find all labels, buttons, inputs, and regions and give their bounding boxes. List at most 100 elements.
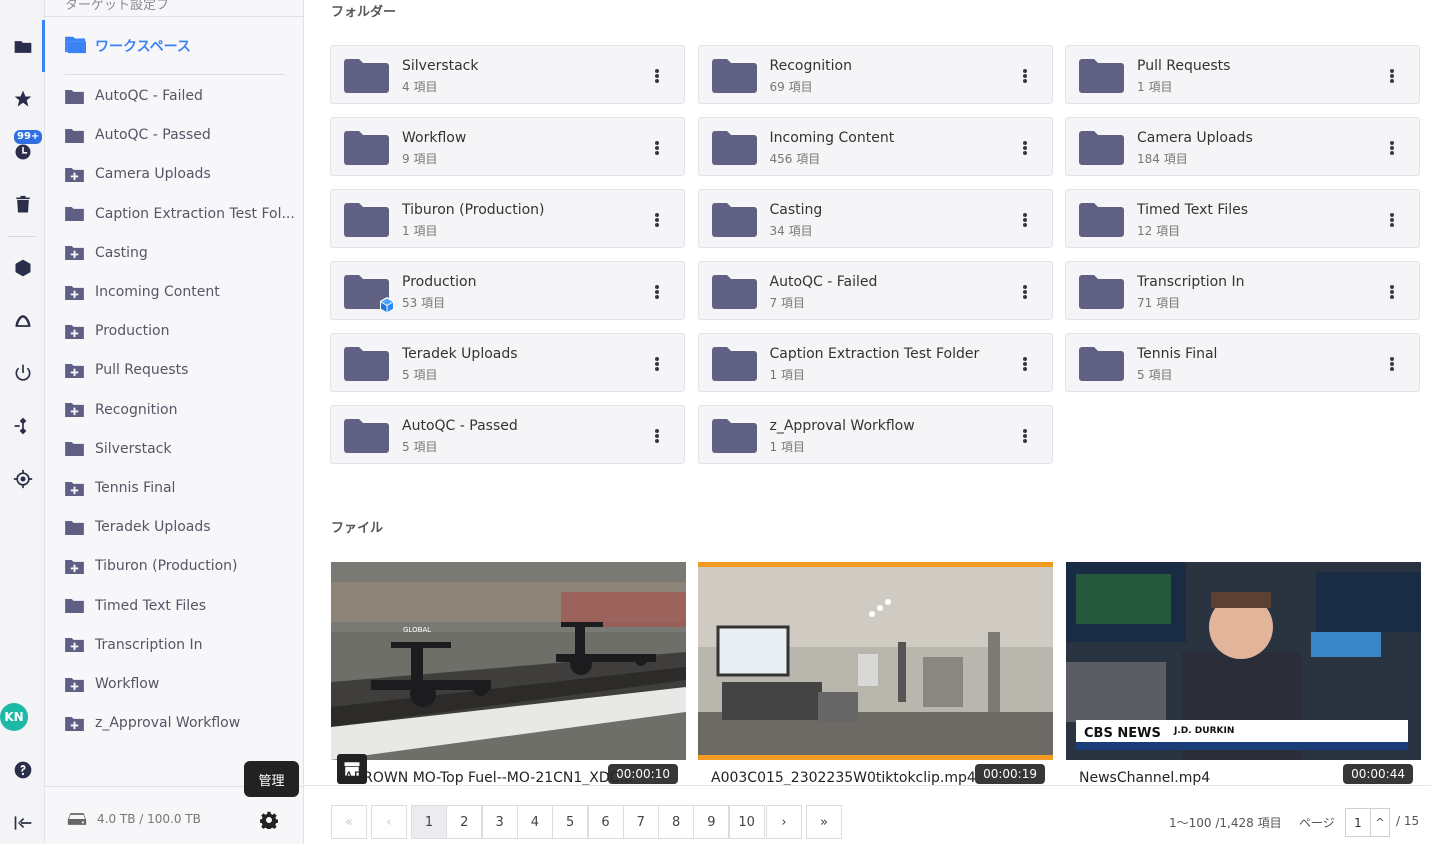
- file-name: A003C015_2302235W0tiktokclip.mp4: [711, 770, 976, 786]
- folder-card[interactable]: Production 53 項目: [330, 261, 685, 320]
- gear-icon[interactable]: [259, 811, 282, 833]
- more-options-icon[interactable]: [1017, 426, 1033, 446]
- target-icon[interactable]: [0, 464, 45, 494]
- sidebar-folder-item[interactable]: Tiburon (Production): [65, 555, 238, 577]
- pagination-bar: « ‹ 1 2 3 4 5 6 7 8 9 10 › » 1〜100 /1,428 項目 ページ …: [304, 785, 1431, 844]
- sidebar-folder-item[interactable]: Incoming Content: [65, 281, 220, 303]
- integration-icon[interactable]: [0, 411, 45, 441]
- folder-name: z_Approval Workflow: [769, 418, 915, 434]
- more-options-icon[interactable]: [1384, 210, 1400, 230]
- sidebar-folder-item[interactable]: Casting: [65, 242, 148, 264]
- sidebar-folder-item[interactable]: Workflow: [65, 673, 159, 695]
- folder-card[interactable]: AutoQC - Passed 5 項目: [330, 405, 685, 464]
- more-options-icon[interactable]: [649, 282, 665, 302]
- page-number-button[interactable]: 8: [658, 805, 695, 839]
- folder-card[interactable]: Tennis Final 5 項目: [1065, 333, 1420, 392]
- folder-card[interactable]: Incoming Content 456 項目: [697, 117, 1053, 176]
- more-options-icon[interactable]: [649, 210, 665, 230]
- folder-icon: [711, 131, 757, 165]
- page-number-button[interactable]: 4: [516, 805, 553, 839]
- star-icon[interactable]: [0, 84, 45, 114]
- sidebar-folder-label: Workflow: [95, 676, 160, 692]
- first-page-button[interactable]: «: [331, 805, 367, 839]
- folder-card[interactable]: Caption Extraction Test Folder 1 項目: [697, 333, 1053, 392]
- sidebar-folder-item[interactable]: Caption Extraction Test Fol...: [65, 203, 295, 225]
- cube-icon[interactable]: [0, 253, 45, 283]
- user-avatar[interactable]: KN: [0, 703, 28, 731]
- folder-card[interactable]: Pull Requests 1 項目: [1065, 45, 1420, 104]
- folder-name: AutoQC - Failed: [769, 274, 878, 290]
- more-options-icon[interactable]: [649, 66, 665, 86]
- workspace-nav-item[interactable]: ワークスペース: [65, 34, 191, 58]
- more-options-icon[interactable]: [1384, 66, 1400, 86]
- page-number-button[interactable]: 3: [481, 805, 518, 839]
- more-options-icon[interactable]: [649, 426, 665, 446]
- folder-card[interactable]: Silverstack 4 項目: [330, 45, 685, 104]
- page-number-button[interactable]: 10: [728, 805, 765, 839]
- folder-card[interactable]: Teradek Uploads 5 項目: [330, 333, 685, 392]
- sidebar-folder-item[interactable]: Silverstack: [65, 438, 172, 460]
- sidebar-folder-item[interactable]: Production: [65, 320, 169, 342]
- sidebar-folder-item[interactable]: AutoQC - Failed: [65, 85, 203, 107]
- trash-icon[interactable]: [0, 190, 45, 220]
- folder-icon: [1079, 59, 1124, 93]
- file-card[interactable]: GLOBAL 00:00:10 ABROWN MO-Top Fuel--MO-2…: [331, 562, 686, 792]
- file-card[interactable]: 00:00:19 A003C015_2302235W0tiktokclip.mp…: [698, 562, 1053, 792]
- sidebar-folder-item[interactable]: Camera Uploads: [65, 163, 211, 185]
- page-number-button[interactable]: 6: [587, 805, 624, 839]
- file-name: ABROWN MO-Top Fuel--MO-21CN1_XDC...: [344, 770, 633, 786]
- folder-card[interactable]: Recognition 69 項目: [697, 45, 1053, 104]
- more-options-icon[interactable]: [1017, 66, 1033, 86]
- help-icon[interactable]: [0, 755, 45, 785]
- page-number-button[interactable]: 9: [693, 805, 730, 839]
- folder-nav-icon[interactable]: [0, 32, 45, 62]
- sidebar-folder-label: Caption Extraction Test Fol...: [95, 205, 295, 222]
- more-options-icon[interactable]: [649, 354, 665, 374]
- collapse-sidebar-icon[interactable]: [0, 808, 45, 838]
- sidebar-folder-item[interactable]: Tennis Final: [65, 477, 175, 499]
- sidebar-folder-item[interactable]: Timed Text Files: [65, 595, 206, 617]
- workspace-folder-icon: [65, 34, 87, 58]
- folder-card[interactable]: Tiburon (Production) 1 項目: [330, 189, 685, 248]
- page-number-button[interactable]: 7: [622, 805, 659, 839]
- page-stepper-up[interactable]: ^: [1370, 808, 1390, 837]
- sidebar-folder-item[interactable]: Teradek Uploads: [65, 516, 211, 538]
- more-options-icon[interactable]: [1017, 354, 1033, 374]
- page-number-button[interactable]: 5: [552, 805, 589, 839]
- folder-card[interactable]: Timed Text Files 12 項目: [1065, 189, 1420, 248]
- more-options-icon[interactable]: [1384, 138, 1400, 158]
- sidebar-folder-item[interactable]: Recognition: [65, 399, 177, 421]
- file-card[interactable]: CBS NEWS J.D. DURKIN 00:00:44 NewsChanne…: [1066, 562, 1421, 792]
- last-page-button[interactable]: »: [806, 805, 842, 839]
- more-options-icon[interactable]: [1384, 354, 1400, 374]
- more-options-icon[interactable]: [649, 138, 665, 158]
- sidebar-folder-label: Tiburon (Production): [95, 558, 238, 575]
- more-options-icon[interactable]: [1384, 282, 1400, 302]
- folder-card[interactable]: Casting 34 項目: [697, 189, 1053, 248]
- sidebar-folder-item[interactable]: AutoQC - Passed: [65, 124, 211, 146]
- folder-card[interactable]: AutoQC - Failed 7 項目: [697, 261, 1053, 320]
- more-options-icon[interactable]: [1017, 282, 1033, 302]
- sidebar-folder-item[interactable]: Pull Requests: [65, 359, 188, 381]
- folder-name: Workflow: [402, 130, 467, 146]
- page-number-button[interactable]: 1: [411, 805, 447, 839]
- next-page-button[interactable]: ›: [766, 805, 802, 839]
- page-number-input[interactable]: 1: [1345, 808, 1371, 837]
- sidebar-folder-item[interactable]: Transcription In: [65, 634, 203, 656]
- page-number-button[interactable]: 2: [446, 805, 483, 839]
- folder-card[interactable]: Workflow 9 項目: [330, 117, 685, 176]
- folder-name: Timed Text Files: [1137, 202, 1249, 218]
- folders-heading: フォルダー: [331, 5, 397, 20]
- folder-card[interactable]: Camera Uploads 184 項目: [1065, 117, 1420, 176]
- cloud-icon[interactable]: [0, 306, 45, 336]
- folder-plus-icon: [65, 324, 84, 339]
- sidebar-folder-item[interactable]: z_Approval Workflow: [65, 712, 240, 734]
- folder-card[interactable]: z_Approval Workflow 1 項目: [697, 405, 1053, 464]
- prev-page-button[interactable]: ‹: [371, 805, 407, 839]
- more-options-icon[interactable]: [1017, 210, 1033, 230]
- more-options-icon[interactable]: [1017, 138, 1033, 158]
- power-icon[interactable]: [0, 358, 45, 388]
- folder-card[interactable]: Transcription In 71 項目: [1065, 261, 1420, 320]
- folder-icon: [1079, 347, 1124, 381]
- video-duration: 00:00:19: [975, 764, 1045, 784]
